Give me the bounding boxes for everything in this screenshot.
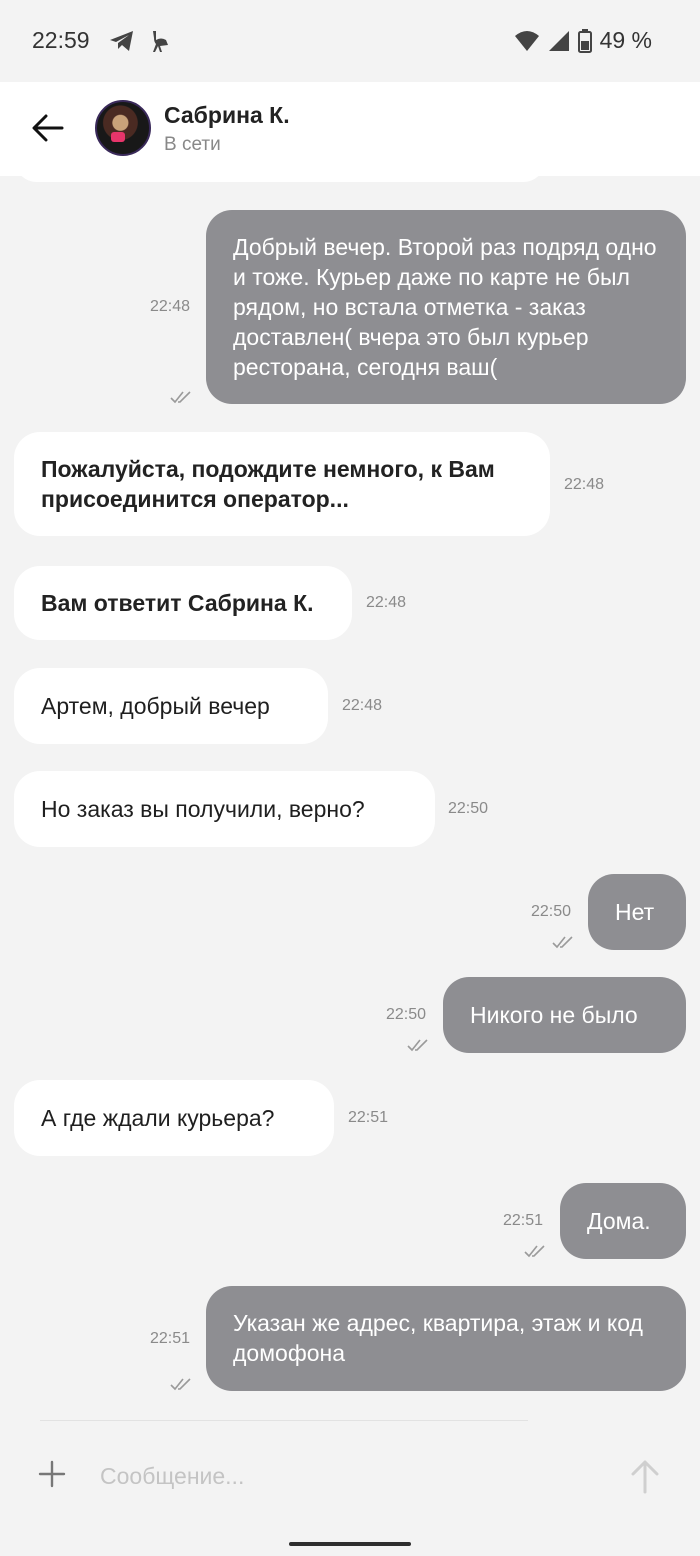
message-bubble-outgoing[interactable]: Дома. [560,1183,686,1259]
double-check-icon [407,1039,428,1052]
message-time: 22:50 [386,1006,427,1023]
message-bubble-incoming[interactable]: Но заказ вы получили, верно? [14,771,435,847]
plus-icon[interactable] [38,1460,66,1488]
message-time: 22:51 [503,1212,544,1229]
message-bubble-outgoing[interactable]: Нет [588,874,686,950]
message-composer [0,1420,700,1530]
system-nav-bar [0,1530,700,1556]
message-bubble-outgoing[interactable]: Никого не было [443,977,686,1053]
double-check-icon [524,1245,545,1258]
message-time: 22:50 [531,903,572,920]
message-text: Нет [615,899,655,925]
message-text: Но заказ вы получили, верно? [41,796,365,822]
contact-name[interactable]: Сабрина К. [164,102,290,129]
arrow-up-icon[interactable] [628,1458,662,1494]
message-text: Никого не было [470,1002,638,1028]
status-time: 22:59 [32,27,90,53]
message-bubble-incoming[interactable]: Вам ответит Сабрина К. [14,566,352,640]
status-right: 49 % [514,27,652,54]
back-button[interactable] [28,108,68,148]
arrow-left-icon [32,114,64,142]
message-time: 22:50 [448,800,489,817]
wifi-icon [514,30,539,51]
message-bubble-incoming[interactable]: Артем, добрый вечер [14,668,328,744]
composer-divider [40,1420,528,1421]
message-time: 22:48 [366,594,407,611]
ostrich-icon [153,31,168,52]
message-bubble-incoming[interactable]: Пожалуйста, подождите немного, к Вам при… [14,432,550,536]
message-text: А где ждали курьера? [41,1105,275,1131]
avatar[interactable] [95,100,151,156]
contact-status: В сети [164,134,221,155]
message-text: Дома. [587,1208,651,1234]
double-check-icon [552,936,573,949]
message-time: 22:48 [342,697,383,714]
message-text: Артем, добрый вечер [41,693,270,719]
message-text: Пожалуйста, подождите немного, к Вам при… [41,456,495,512]
message-time: 22:51 [150,1330,191,1347]
message-bubble-incoming[interactable]: А где ждали курьера? [14,1080,334,1156]
battery-level: 49 % [599,27,652,53]
double-check-icon [170,391,191,404]
battery-icon [577,28,592,53]
message-text: Добрый вечер. Второй раз подряд одно и т… [233,234,657,380]
chat-header: Сабрина К. В сети [0,82,700,176]
signal-icon [548,30,569,51]
telegram-icon [110,31,133,51]
status-bar: 22:59 49 % [0,0,700,82]
chat-messages[interactable]: Добрый вечер. Второй раз подряд одно и т… [0,176,700,1420]
message-time: 22:51 [348,1109,389,1126]
message-bubble-partial [14,176,546,182]
message-bubble-outgoing[interactable]: Добрый вечер. Второй раз подряд одно и т… [206,210,686,404]
double-check-icon [170,1378,191,1391]
message-bubble-outgoing[interactable]: Указан же адрес, квартира, этаж и код до… [206,1286,686,1391]
message-time: 22:48 [564,476,605,493]
message-text: Вам ответит Сабрина К. [41,590,314,616]
home-indicator[interactable] [289,1542,411,1546]
message-input[interactable] [100,1458,600,1494]
message-time: 22:48 [150,298,191,315]
message-text: Указан же адрес, квартира, этаж и код до… [233,1310,643,1366]
